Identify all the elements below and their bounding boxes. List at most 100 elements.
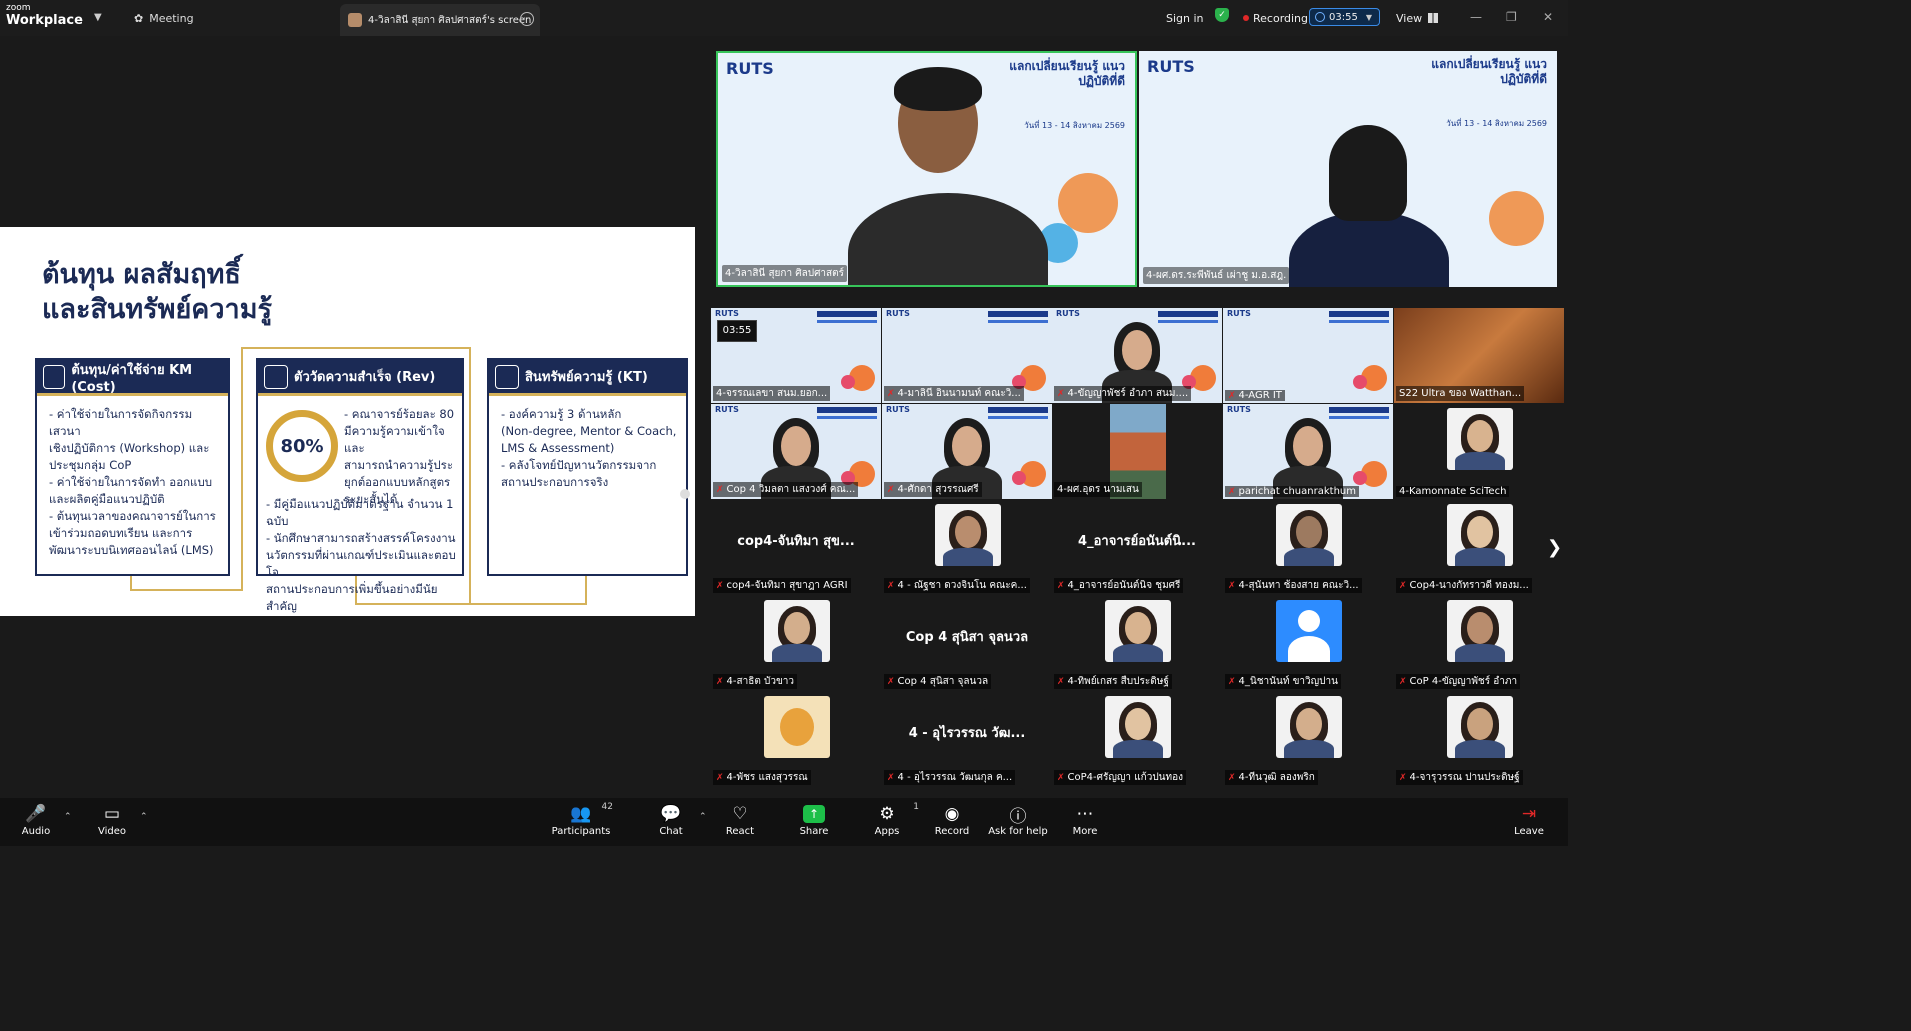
heart-icon: ♡ <box>732 804 748 824</box>
more-dots-icon: ⋯ <box>1076 804 1094 824</box>
grid-view-icon <box>1428 13 1439 23</box>
meeting-timer[interactable]: 03:55 ▼ <box>1309 8 1380 26</box>
participant-name-tag: ✗ Cop 4 วิมลตา แสงวงศ์ คณ... <box>713 482 859 497</box>
participant-tile[interactable]: 4 - อุไรวรรณ วัฒ... ✗ 4 - อุไรวรรณ วัฒนกุล… <box>882 692 1052 787</box>
next-page-arrow-icon[interactable]: ❯ <box>1547 537 1562 558</box>
participant-name: 4 - อุไรวรรณ วัฒนกุล ค... <box>897 772 1013 783</box>
participant-tile[interactable]: ✗ 4-ทีนวุฒิ ลองพริก <box>1223 692 1393 787</box>
presenter-avatar-icon <box>348 13 362 27</box>
participant-tile[interactable]: ✗ 4-สาธิต บัวขาว <box>711 596 881 691</box>
rev-item: - มีคู่มือแนวปฏิบัติมาตรฐาน จำนวน 1 ฉบับ <box>266 497 454 528</box>
growth-chart-icon <box>264 364 288 389</box>
more-label: More <box>1072 826 1098 837</box>
leave-button[interactable]: ⇥ Leave <box>1499 802 1559 844</box>
participant-tile[interactable]: RUTS ✗ 4-ศักดา สุวรรณศรี <box>882 404 1052 499</box>
speaker-name: 4-วิลาสินี สุยกา ศิลปศาสตร์ <box>722 265 848 282</box>
chevron-up-icon[interactable]: ⌃ <box>140 812 148 822</box>
share-button[interactable]: ↑ Share <box>784 802 844 844</box>
participant-name-tag: ✗ cop4-จันทิมา สุขาฎา AGRI <box>713 578 851 593</box>
participant-tile[interactable]: RUTS ✗ 4-มาลินี อินนามนท์ คณะวิ... <box>882 308 1052 403</box>
event-date-text: วันที่ 13 - 14 สิงหาคม 2569 <box>1446 119 1547 128</box>
participant-tile[interactable]: RUTS ✗ 4-AGR IT <box>1223 308 1393 403</box>
muted-mic-icon: ✗ <box>887 580 895 591</box>
participant-tile[interactable]: 4_อาจารย์อนันต์นิ... ✗ 4_อาจารย์อนันต์นิจ … <box>1052 500 1222 595</box>
screen-share-tab[interactable]: 4-วิลาสินี สุยกา ศิลปศาสตร์'s screen ··· <box>340 4 540 36</box>
close-icon[interactable]: ✕ <box>1543 10 1553 24</box>
video-button[interactable]: ▭ Video ⌃ <box>82 802 148 844</box>
decor-illustration <box>841 375 855 389</box>
chevron-up-icon[interactable]: ⌃ <box>699 812 707 822</box>
participant-name-large: 4_อาจารย์อนันต์นิ... <box>1078 534 1196 549</box>
speaker-tile-active[interactable]: RUTS แลกเปลี่ยนเรียนรู้ แนวปฏิบัติที่ดี … <box>716 51 1137 287</box>
more-button[interactable]: ⋯ More <box>1055 802 1115 844</box>
speaker-tile[interactable]: RUTS แลกเปลี่ยนเรียนรู้ แนวปฏิบัติที่ดี … <box>1139 51 1557 287</box>
participant-name: 4-จารุวรรณ ปานประดิษฐ์ <box>1409 772 1520 783</box>
view-label: View <box>1396 11 1423 25</box>
view-button[interactable]: View <box>1396 8 1439 28</box>
chevron-up-icon[interactable]: ⌃ <box>64 812 72 822</box>
meeting-tab[interactable]: ✿ Meeting <box>134 8 194 28</box>
meeting-label: Meeting <box>149 11 194 25</box>
security-shield-icon[interactable]: ✓ <box>1215 8 1229 22</box>
participant-tile[interactable]: ✗ CoP 4-ขัญญาพัชร์ อำภา <box>1394 596 1564 691</box>
participant-tile[interactable]: ✗ Cop4-นางกัทราวดี ทองม... <box>1394 500 1564 595</box>
apps-button[interactable]: ⚙ 1 Apps <box>857 802 919 844</box>
ruts-logo-text: RUTS <box>726 59 774 78</box>
participant-name-tag: ✗ 4-จารุวรรณ ปานประดิษฐ์ <box>1396 770 1523 785</box>
react-button[interactable]: ♡ React <box>710 802 770 844</box>
kt-card: สินทรัพย์ความรู้ (KT) - องค์ความรู้ 3 ด้… <box>487 358 688 576</box>
participant-tile[interactable]: ✗ 4-พัชร แสงสุวรรณ <box>711 692 881 787</box>
avatar <box>1447 696 1513 758</box>
participants-label: Participants <box>551 826 611 837</box>
participant-tile[interactable]: RUTS ✗ Cop 4 วิมลตา แสงวงศ์ คณ... <box>711 404 881 499</box>
restore-icon[interactable]: ❐ <box>1506 10 1517 24</box>
logo-top-text: zoom <box>6 3 31 13</box>
muted-mic-icon: ✗ <box>887 388 895 399</box>
more-options-icon[interactable]: ··· <box>520 12 534 26</box>
participant-name: 4-ขัญญาพัชร์ อำภา สนม.... <box>1067 388 1189 399</box>
ruts-logo-text: RUTS <box>1227 405 1251 414</box>
cost-item: - ค่าใช้จ่ายในการจัดทำ ออกแบบ <box>49 475 213 489</box>
audio-button[interactable]: 🎤 Audio ⌃ <box>6 802 72 844</box>
participants-button[interactable]: 👥 42 Participants <box>551 802 613 844</box>
avatar <box>1276 504 1342 566</box>
chat-button[interactable]: 💬 Chat ⌃ <box>641 802 706 844</box>
avatar <box>935 504 1001 566</box>
participant-tile[interactable]: ✗ 4-สุนันทา ช้องสาย คณะวิ... <box>1223 500 1393 595</box>
record-button[interactable]: ◉ Record <box>922 802 982 844</box>
participant-name-tag: ✗ 4-สุนันทา ช้องสาย คณะวิ... <box>1225 578 1362 593</box>
ask-for-help-button[interactable]: ⓘ Ask for help <box>988 802 1048 844</box>
participant-tile[interactable]: ✗ 4-ทิพย์เกสร สืบประดิษฐ์ <box>1052 596 1222 691</box>
rev-item: ยุกต์ออกแบบหลักสูตร <box>344 475 451 489</box>
participant-tile[interactable]: RUTS 4-จรรณเลขา สนม.ยอก... 03:55 <box>711 308 881 403</box>
participant-tile[interactable]: ✗ 4 - ณัฐชา ดวงจินโน คณะค... <box>882 500 1052 595</box>
participant-name-tag: ✗ 4-ทีนวุฒิ ลองพริก <box>1225 770 1318 785</box>
clock-icon <box>1315 12 1325 22</box>
participant-tile[interactable]: cop4-จันทิมา สุข... ✗ cop4-จันทิมา สุขาฎา … <box>711 500 881 595</box>
connector-line <box>241 347 471 349</box>
apps-count: 1 <box>913 802 919 812</box>
participant-tile[interactable]: 4-Kamonnate SciTech <box>1394 404 1564 499</box>
participant-tile[interactable]: RUTS ✗ 4-ขัญญาพัชร์ อำภา สนม.... <box>1052 308 1222 403</box>
slide-scroll-handle[interactable] <box>680 489 690 499</box>
minimize-icon[interactable]: — <box>1470 10 1482 24</box>
rev-item: นวัตกรรมที่ผ่านเกณฑ์ประเมินและตอบโจ <box>266 548 456 579</box>
zoom-workplace-logo[interactable]: zoom Workplace <box>6 3 83 28</box>
ruts-logo-text: RUTS <box>1227 309 1251 318</box>
participant-tile[interactable]: S22 Ultra ของ Watthan... <box>1394 308 1564 403</box>
participant-face <box>781 426 811 466</box>
participant-tile[interactable]: Cop 4 สุนิสา จุลนวล ✗ Cop 4 สุนิสา จุลนวล <box>882 596 1052 691</box>
meeting-timer-value: 03:55 <box>1329 11 1358 23</box>
sign-in-button[interactable]: Sign in <box>1166 8 1204 28</box>
participant-face <box>1122 330 1152 370</box>
participant-tile[interactable]: ✗ 4_นิชานันท์ ขาวิญปาน <box>1223 596 1393 691</box>
participant-tile[interactable]: RUTS ✗ parichat chuanrakthum <box>1223 404 1393 499</box>
chevron-down-icon[interactable]: ▼ <box>94 12 102 23</box>
participant-tile[interactable]: 4-ผศ.อุดร นามเสน <box>1052 404 1222 499</box>
participant-tile[interactable]: ✗ 4-จารุวรรณ ปานประดิษฐ์ <box>1394 692 1564 787</box>
avatar <box>764 600 830 662</box>
participant-name-tag: 4-จรรณเลขา สนม.ยอก... <box>713 386 831 401</box>
chevron-down-icon: ▼ <box>1365 12 1372 22</box>
participant-tile[interactable]: ✗ CoP4-ศรัญญา แก้วปนทอง <box>1052 692 1222 787</box>
recording-indicator[interactable]: Recording <box>1243 8 1308 28</box>
